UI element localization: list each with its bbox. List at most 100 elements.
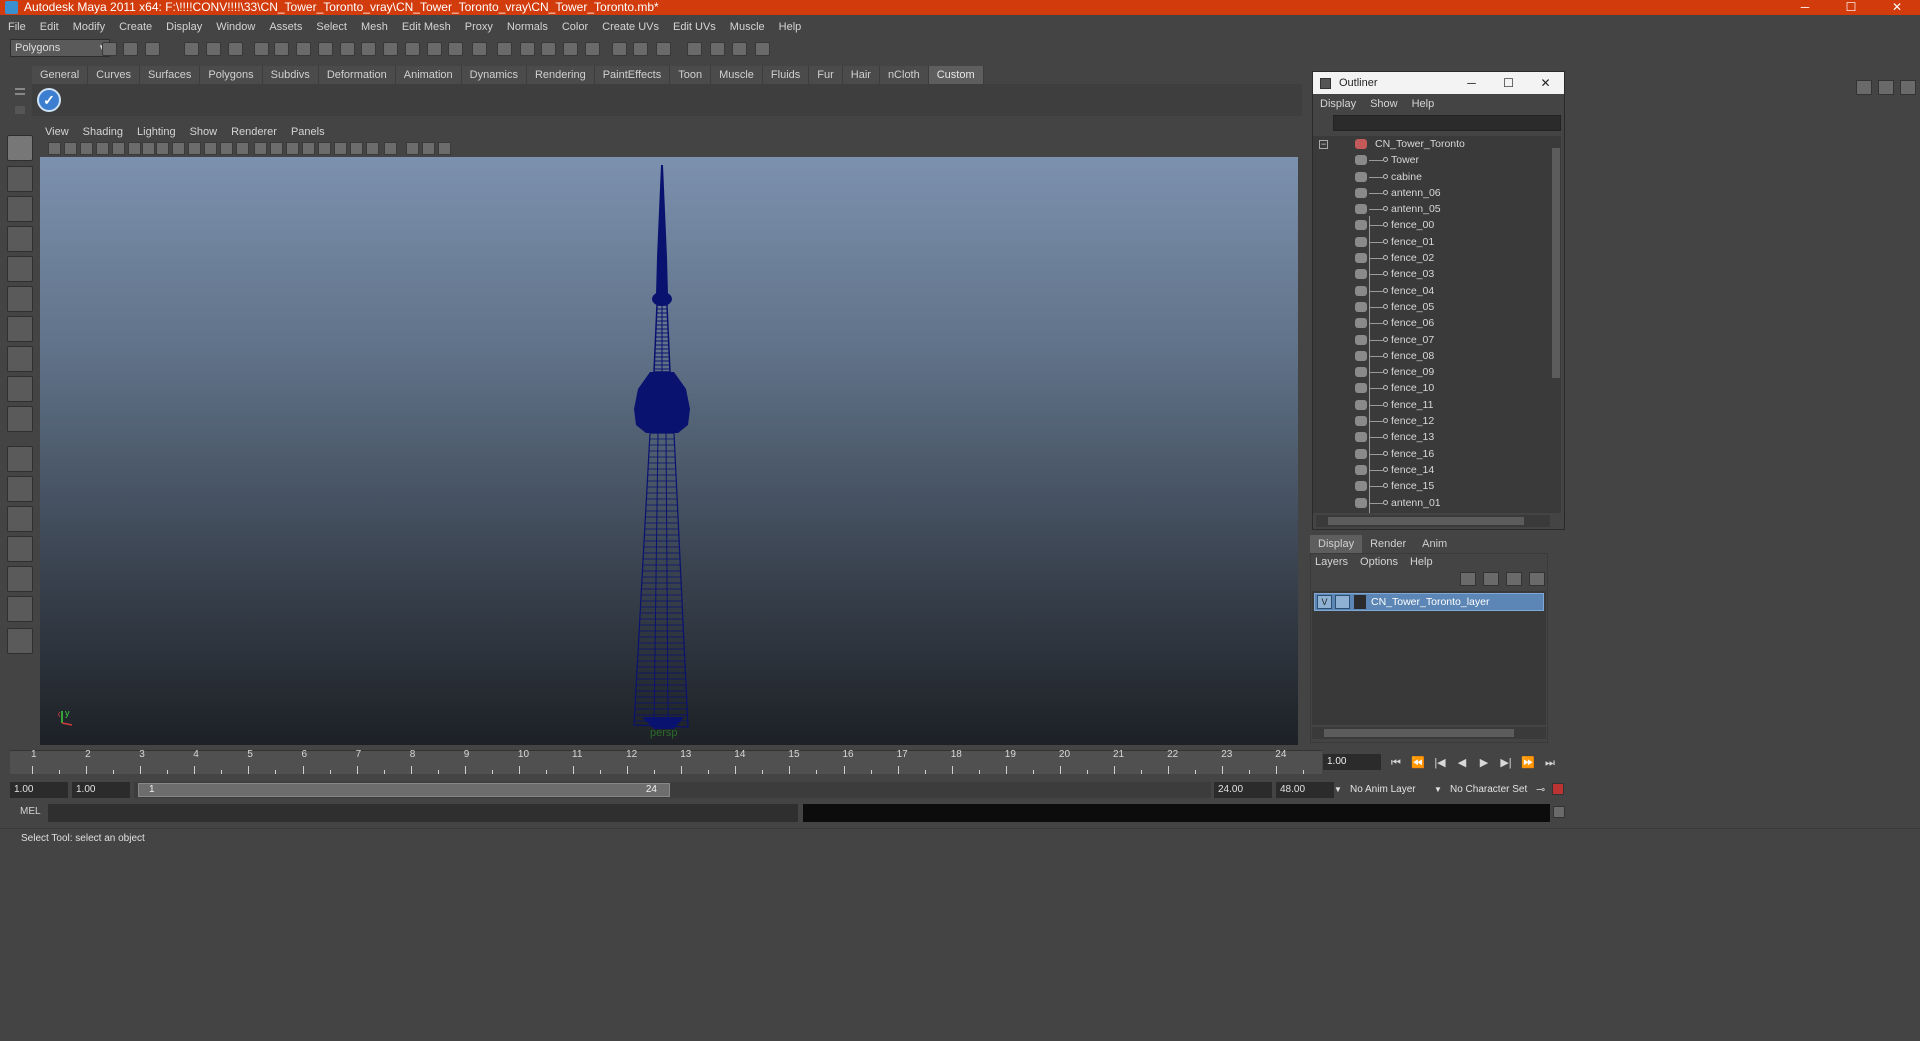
viewport-tool-icon[interactable] [80,142,93,155]
outliner-item[interactable]: antenn_06 [1313,185,1551,201]
key-icon[interactable]: ⊸ [1536,783,1548,796]
layer-color-swatch[interactable] [1354,595,1366,609]
status-tool-icon[interactable] [656,42,671,56]
viewport-tool-icon[interactable] [366,142,379,155]
new-empty-layer-icon[interactable] [1505,572,1522,586]
outliner-item[interactable]: antenn_01 [1313,495,1551,511]
tool-settings-toggle-icon[interactable] [1878,80,1894,95]
collapse-icon[interactable]: − [1319,140,1328,149]
viewport-tool-icon[interactable] [112,142,125,155]
outliner-item[interactable]: fence_06 [1313,315,1551,331]
current-time-field[interactable]: 1.00 [1323,754,1381,770]
command-input[interactable] [48,804,798,822]
menu-assets[interactable]: Assets [269,21,302,33]
menu-window[interactable]: Window [216,21,255,33]
viewport-menu-show[interactable]: Show [190,126,218,138]
status-tool-icon[interactable] [541,42,556,56]
menu-mesh[interactable]: Mesh [361,21,388,33]
viewport-tool-icon[interactable] [172,142,185,155]
character-set-dropdown[interactable]: ▼ No Character Set [1434,782,1536,798]
status-tool-icon[interactable] [184,42,199,56]
menu-muscle[interactable]: Muscle [730,21,765,33]
shelf-tab-hair[interactable]: Hair [842,66,880,84]
checkmark-icon[interactable]: ✓ [37,88,61,112]
outliner-item[interactable]: fence_16 [1313,446,1551,462]
menu-edit-uvs[interactable]: Edit UVs [673,21,716,33]
outliner-item[interactable]: fence_00 [1313,217,1551,233]
status-tool-icon[interactable] [497,42,512,56]
status-tool-icon[interactable] [102,42,117,56]
viewport-tool-icon[interactable] [384,142,397,155]
scale-tool-icon[interactable] [7,286,33,312]
range-slider[interactable]: 1 24 [134,782,1211,798]
outliner-minimize-button[interactable]: ─ [1453,72,1490,94]
perspective-viewport[interactable]: y x persp [40,157,1298,745]
move-layer-up-icon[interactable] [1459,572,1476,586]
graph-layout-icon[interactable] [7,536,33,562]
status-tool-icon[interactable] [145,42,160,56]
outliner-item[interactable]: fence_03 [1313,266,1551,282]
status-tool-icon[interactable] [448,42,463,56]
outliner-filter-input[interactable] [1333,115,1561,131]
viewport-menu-view[interactable]: View [45,126,69,138]
viewport-tool-icon[interactable] [318,142,331,155]
maximize-button[interactable]: ☐ [1828,0,1874,15]
menu-edit-mesh[interactable]: Edit Mesh [402,21,451,33]
outliner-vertical-scrollbar[interactable] [1551,136,1561,513]
step-forward-key-icon[interactable]: ⏩ [1520,756,1536,770]
select-tool-icon[interactable] [7,135,33,161]
viewport-tool-icon[interactable] [142,142,155,155]
outliner-item[interactable]: Tower [1313,152,1551,168]
viewport-tool-icon[interactable] [220,142,233,155]
status-tool-icon[interactable] [206,42,221,56]
menu-select[interactable]: Select [316,21,347,33]
viewport-tool-icon[interactable] [188,142,201,155]
menu-set-dropdown[interactable]: Polygons ▼ [10,39,110,57]
step-back-frame-icon[interactable]: |◀ [1432,756,1448,770]
viewport-tool-icon[interactable] [350,142,363,155]
layer-menu-options[interactable]: Options [1360,556,1398,568]
viewport-menu-shading[interactable]: Shading [83,126,123,138]
four-view-layout-icon[interactable] [7,476,33,502]
minimize-button[interactable]: ─ [1782,0,1828,15]
shelf-tab-painteffects[interactable]: PaintEffects [594,66,671,84]
status-tool-icon[interactable] [710,42,725,56]
outliner-menu-help[interactable]: Help [1412,98,1435,110]
outliner-item[interactable]: fence_15 [1313,478,1551,494]
shelf-tab-subdivs[interactable]: Subdivs [262,66,319,84]
animation-start-field[interactable]: 1.00 [10,782,68,798]
outliner-root-item[interactable]: − CN_Tower_Toronto [1313,136,1551,152]
menu-proxy[interactable]: Proxy [465,21,493,33]
status-tool-icon[interactable] [687,42,702,56]
outliner-item[interactable]: fence_05 [1313,299,1551,315]
script-editor-icon[interactable] [1553,806,1565,818]
shelf-tab-muscle[interactable]: Muscle [711,66,763,84]
shelf-tab-toon[interactable]: Toon [670,66,712,84]
layer-menu-layers[interactable]: Layers [1315,556,1348,568]
channel-box-toggle-icon[interactable] [1900,80,1916,95]
single-layout-icon[interactable] [7,446,33,472]
layer-tab-render[interactable]: Render [1362,535,1415,553]
outliner-item[interactable]: fence_12 [1313,413,1551,429]
viewport-tool-icon[interactable] [302,142,315,155]
status-tool-icon[interactable] [633,42,648,56]
status-tool-icon[interactable] [254,42,269,56]
preferences-icon[interactable] [1552,783,1564,795]
status-tool-icon[interactable] [405,42,420,56]
menu-normals[interactable]: Normals [507,21,548,33]
viewport-tool-icon[interactable] [64,142,77,155]
layout-options-icon[interactable] [7,596,33,622]
viewport-menu-lighting[interactable]: Lighting [137,126,176,138]
blank-tool-icon[interactable] [7,406,33,432]
outliner-horizontal-scrollbar[interactable] [1316,515,1550,527]
status-tool-icon[interactable] [228,42,243,56]
outliner-item[interactable]: fence_01 [1313,234,1551,250]
viewport-tool-icon[interactable] [204,142,217,155]
shelf-tab-deformation[interactable]: Deformation [318,66,396,84]
status-tool-icon[interactable] [472,42,487,56]
viewport-tool-icon[interactable] [48,142,61,155]
shelf-tab-dynamics[interactable]: Dynamics [461,66,527,84]
last-tool-icon[interactable] [7,376,33,402]
playback-end-field[interactable]: 24.00 [1214,782,1272,798]
outliner-item[interactable]: fence_11 [1313,397,1551,413]
